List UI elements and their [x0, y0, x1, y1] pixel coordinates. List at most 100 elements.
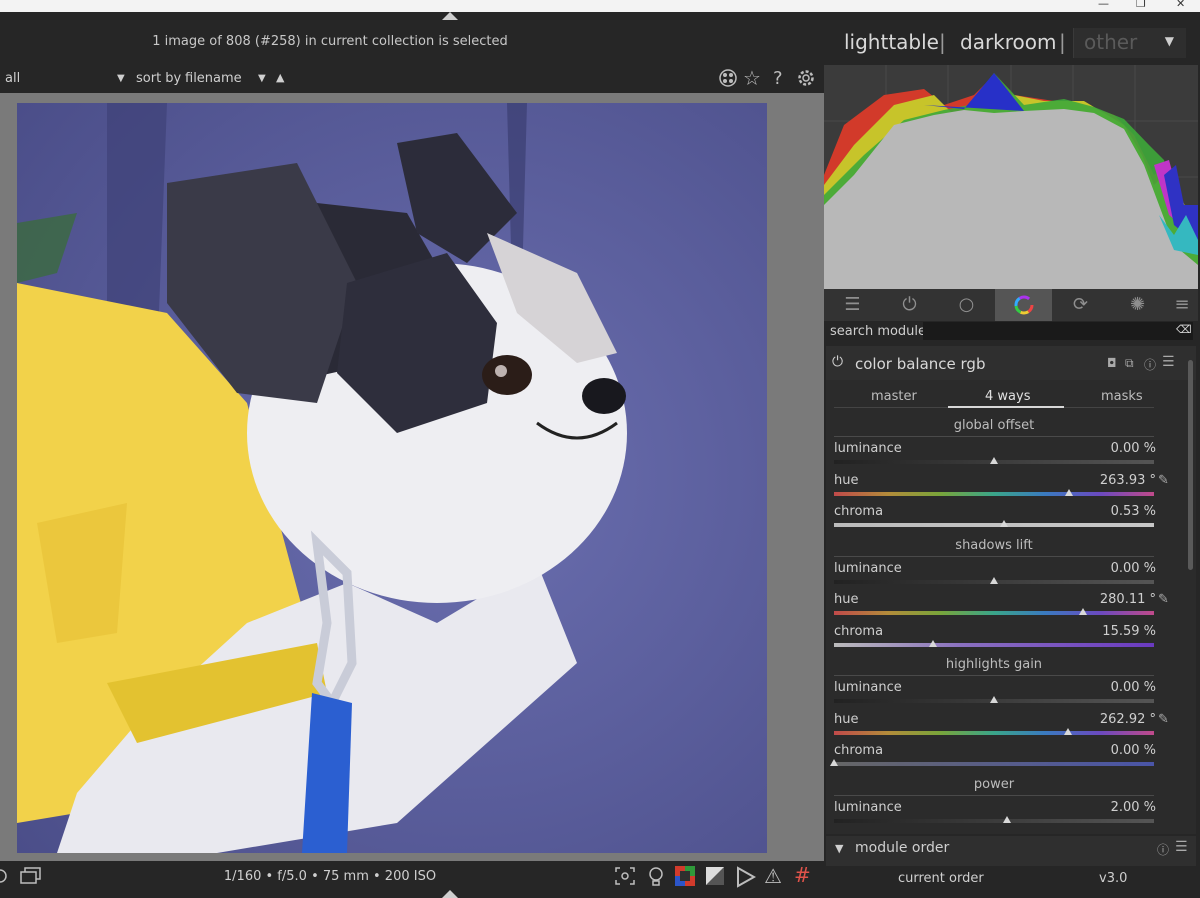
color-assessment-icon[interactable] [675, 866, 695, 891]
view-other-dropdown[interactable]: other ▼ [1073, 28, 1186, 58]
module-power-icon[interactable]: ⏻ [832, 354, 843, 370]
collapse-top-panel-icon[interactable] [442, 12, 458, 20]
slider-label-hue: hue [834, 472, 859, 488]
reset-icon[interactable]: ⓘ [1144, 356, 1156, 373]
color-labels-icon[interactable] [718, 68, 738, 93]
slider-handle[interactable] [990, 696, 998, 703]
section-divider [834, 436, 1154, 437]
mask-icon[interactable]: ◘ [1107, 356, 1117, 370]
slider-value-chroma[interactable]: 0.00 % [1111, 743, 1156, 758]
restore-icon[interactable]: ❐ [1136, 0, 1146, 10]
aperture-icon[interactable]: ✺ [1109, 289, 1166, 321]
sort-direction-toggle[interactable]: ▲ [276, 71, 284, 84]
chevron-down-icon[interactable]: ▼ [258, 73, 266, 84]
multi-instance-icon[interactable]: ⧉ [1125, 356, 1134, 371]
slider-label-luminance: luminance [834, 680, 902, 695]
color-picker-icon[interactable]: ✎ [1158, 712, 1169, 727]
view-separator: | [1059, 30, 1066, 54]
histogram[interactable] [824, 65, 1198, 289]
slider-label-chroma: chroma [834, 504, 884, 519]
slider-label-chroma: chroma [834, 623, 884, 639]
tab-masks[interactable]: masks [1101, 389, 1143, 404]
reset-icon[interactable]: ⓘ [1157, 841, 1169, 858]
help-icon[interactable]: ? [773, 68, 783, 89]
quick-access-icon[interactable]: ☰ [824, 289, 881, 321]
slider-track-hue[interactable] [834, 491, 1154, 496]
search-module-label: search module [830, 324, 927, 339]
photo-dog [17, 103, 767, 853]
bulb-icon[interactable] [647, 866, 665, 893]
slider-value-hue[interactable]: 263.93 ° [1100, 473, 1156, 488]
slider-label-hue: hue [834, 711, 859, 727]
slider-value-luminance[interactable]: 0.00 % [1111, 441, 1156, 456]
expand-collapse-icon[interactable]: ▼ [835, 842, 843, 855]
slider-track-hue[interactable] [834, 730, 1154, 735]
search-module-input[interactable] [923, 322, 1193, 340]
power-icon[interactable]: ⏻ [881, 289, 938, 321]
slider-handle[interactable] [1063, 727, 1072, 735]
collection-info: 1 image of 808 (#258) in current collect… [152, 34, 508, 49]
slider-handle[interactable] [1078, 608, 1087, 615]
slider-value-hue[interactable]: 280.11 ° [1100, 592, 1156, 607]
view-darkroom[interactable]: darkroom [960, 30, 1057, 54]
softproof-icon[interactable] [705, 866, 725, 891]
slider-label-hue: hue [834, 592, 859, 607]
tab-master[interactable]: master [871, 389, 917, 404]
sort-label: sort by [136, 71, 182, 86]
slider-handle[interactable] [1002, 815, 1011, 823]
collection-filter[interactable]: all [5, 71, 20, 86]
slider-track-chroma[interactable] [834, 762, 1154, 766]
close-icon[interactable]: ✕ [1176, 0, 1185, 10]
sort-field-select[interactable]: filename [185, 71, 242, 86]
section-divider [834, 555, 1154, 557]
gear-icon[interactable] [796, 68, 816, 93]
circle-icon[interactable]: ○ [938, 289, 995, 321]
slider-value-chroma[interactable]: 15.59 % [1102, 624, 1156, 639]
slider-label-chroma: chroma [834, 743, 884, 758]
clear-search-icon[interactable]: ⌫ [1176, 323, 1192, 336]
tab-4-ways[interactable]: 4 ways [985, 389, 1030, 404]
slider-handle[interactable] [990, 576, 998, 584]
slider-handle[interactable] [929, 639, 938, 647]
warning-icon[interactable]: ⚠ [764, 864, 782, 888]
slider-track-chroma[interactable] [834, 642, 1154, 647]
star-icon[interactable]: ☆ [743, 66, 761, 90]
minimize-icon[interactable]: — [1098, 0, 1109, 10]
chevron-down-icon[interactable]: ▼ [117, 73, 125, 84]
module-group-tabs: ☰ ⏻ ○ ⟳ ✺ ≡ [824, 289, 1198, 321]
slider-value-hue[interactable]: 262.92 ° [1100, 712, 1156, 727]
slider-value-luminance[interactable]: 2.00 % [1111, 800, 1156, 815]
module-title: color balance rgb [855, 355, 986, 373]
color-wheel-icon[interactable] [995, 289, 1052, 321]
presets-menu-icon[interactable]: ☰ [1175, 839, 1188, 855]
menu-icon[interactable]: ≡ [1166, 289, 1198, 321]
presets-menu-icon[interactable]: ☰ [1162, 354, 1175, 370]
slider-track-chroma[interactable] [834, 523, 1154, 527]
module-scrollbar[interactable] [1188, 360, 1193, 570]
slider-handle[interactable] [830, 759, 838, 766]
section-title: shadows lift [955, 537, 1033, 553]
slider-track-luminance[interactable] [834, 818, 1154, 823]
chevron-down-icon: ▼ [1164, 34, 1174, 48]
view-lighttable[interactable]: lighttable [844, 30, 939, 54]
current-order-label: current order [898, 871, 984, 886]
color-picker-icon[interactable]: ✎ [1158, 473, 1169, 488]
gamut-icon[interactable] [736, 866, 757, 893]
slider-value-luminance[interactable]: 0.00 % [1111, 561, 1156, 576]
effects-icon[interactable]: ⟳ [1052, 289, 1109, 321]
color-picker-icon[interactable]: ✎ [1158, 592, 1169, 607]
slider-handle[interactable] [1064, 488, 1073, 496]
section-title: highlights gain [945, 657, 1043, 672]
collapse-bottom-panel-icon[interactable] [442, 890, 458, 898]
guides-icon[interactable]: # [794, 863, 811, 887]
slider-track-hue[interactable] [834, 611, 1154, 615]
focus-peaking-icon[interactable] [614, 866, 636, 891]
slider-handle[interactable] [990, 457, 998, 464]
order-version: v3.0 [1099, 871, 1128, 886]
slider-handle[interactable] [999, 520, 1008, 527]
slider-value-luminance[interactable]: 0.00 % [1111, 680, 1156, 695]
slider-value-chroma[interactable]: 0.53 % [1111, 504, 1156, 519]
module-order-title: module order [855, 840, 950, 856]
view-separator: | [939, 30, 946, 54]
view-other-label: other [1084, 30, 1138, 54]
